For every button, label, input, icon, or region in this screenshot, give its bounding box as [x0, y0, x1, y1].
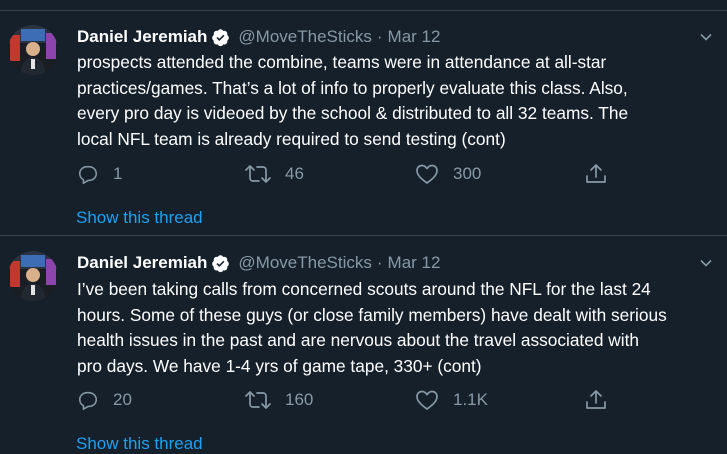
separator-dot: · — [376, 27, 383, 46]
like-count: 300 — [453, 164, 482, 183]
avatar[interactable] — [8, 251, 58, 301]
show-thread-link[interactable]: Show this thread — [76, 208, 203, 228]
reply-icon — [77, 163, 99, 185]
tweet-text-line: pro days. We have 1-4 yrs of game tape, … — [77, 355, 482, 376]
tweet-text-line: hours. Some of these guys (or close fami… — [77, 304, 667, 325]
reply-button[interactable]: 20 — [77, 386, 132, 414]
chevron-down-icon[interactable] — [699, 256, 713, 270]
tweet-actions: 1 46 300 — [77, 160, 617, 188]
tweet-date[interactable]: Mar 12 — [388, 253, 441, 273]
tweet-header: Daniel Jeremiah @MoveTheSticks · Mar 12 — [77, 25, 440, 49]
tweet-text-line: I’ve been taking calls from concerned sc… — [77, 279, 651, 299]
tweet-divider — [0, 235, 727, 236]
tweet-actions: 20 160 1.1K — [77, 386, 617, 414]
author-handle[interactable]: @MoveTheSticks — [238, 27, 371, 47]
verified-badge-icon — [211, 28, 230, 47]
retweet-count: 160 — [285, 390, 314, 409]
tweet-text-line: every pro day is videoed by the school &… — [77, 103, 629, 123]
like-button[interactable]: 1.1K — [415, 386, 488, 414]
author-handle[interactable]: @MoveTheSticks — [238, 253, 371, 273]
heart-icon — [415, 163, 439, 185]
separator-dot: · — [376, 253, 383, 272]
retweet-icon — [245, 389, 271, 411]
show-thread-link[interactable]: Show this thread — [76, 434, 203, 454]
author-name[interactable]: Daniel Jeremiah — [77, 253, 207, 273]
reply-count: 1 — [113, 164, 123, 183]
heart-icon — [415, 389, 439, 411]
author-name[interactable]: Daniel Jeremiah — [77, 27, 207, 47]
tweet-text: prospects attended the combine, teams we… — [77, 50, 717, 152]
top-divider — [0, 10, 727, 11]
share-icon — [584, 162, 608, 186]
retweet-count: 46 — [285, 164, 304, 183]
reply-button[interactable]: 1 — [77, 160, 122, 188]
reply-count: 20 — [113, 390, 132, 409]
tweet-date[interactable]: Mar 12 — [388, 27, 441, 47]
avatar[interactable] — [8, 25, 58, 75]
share-button[interactable] — [584, 386, 608, 414]
share-icon — [584, 388, 608, 412]
tweet-text-line: local NFL team is already required to se… — [77, 128, 506, 149]
like-button[interactable]: 300 — [415, 160, 481, 188]
retweet-icon — [245, 163, 271, 185]
tweet-text-line: health issues in the past and are nervou… — [77, 330, 639, 350]
share-button[interactable] — [584, 160, 608, 188]
reply-icon — [77, 389, 99, 411]
verified-badge-icon — [211, 254, 230, 273]
like-count: 1.1K — [453, 390, 488, 409]
tweet-text-line: prospects attended the combine, teams we… — [77, 52, 607, 72]
chevron-down-icon[interactable] — [699, 30, 713, 44]
tweet-text-line: practices/games. That’s a lot of info to… — [77, 77, 628, 98]
tweet-header: Daniel Jeremiah @MoveTheSticks · Mar 12 — [77, 251, 440, 275]
retweet-button[interactable]: 46 — [245, 160, 304, 188]
retweet-button[interactable]: 160 — [245, 386, 313, 414]
tweet-text: I’ve been taking calls from concerned sc… — [77, 277, 717, 379]
